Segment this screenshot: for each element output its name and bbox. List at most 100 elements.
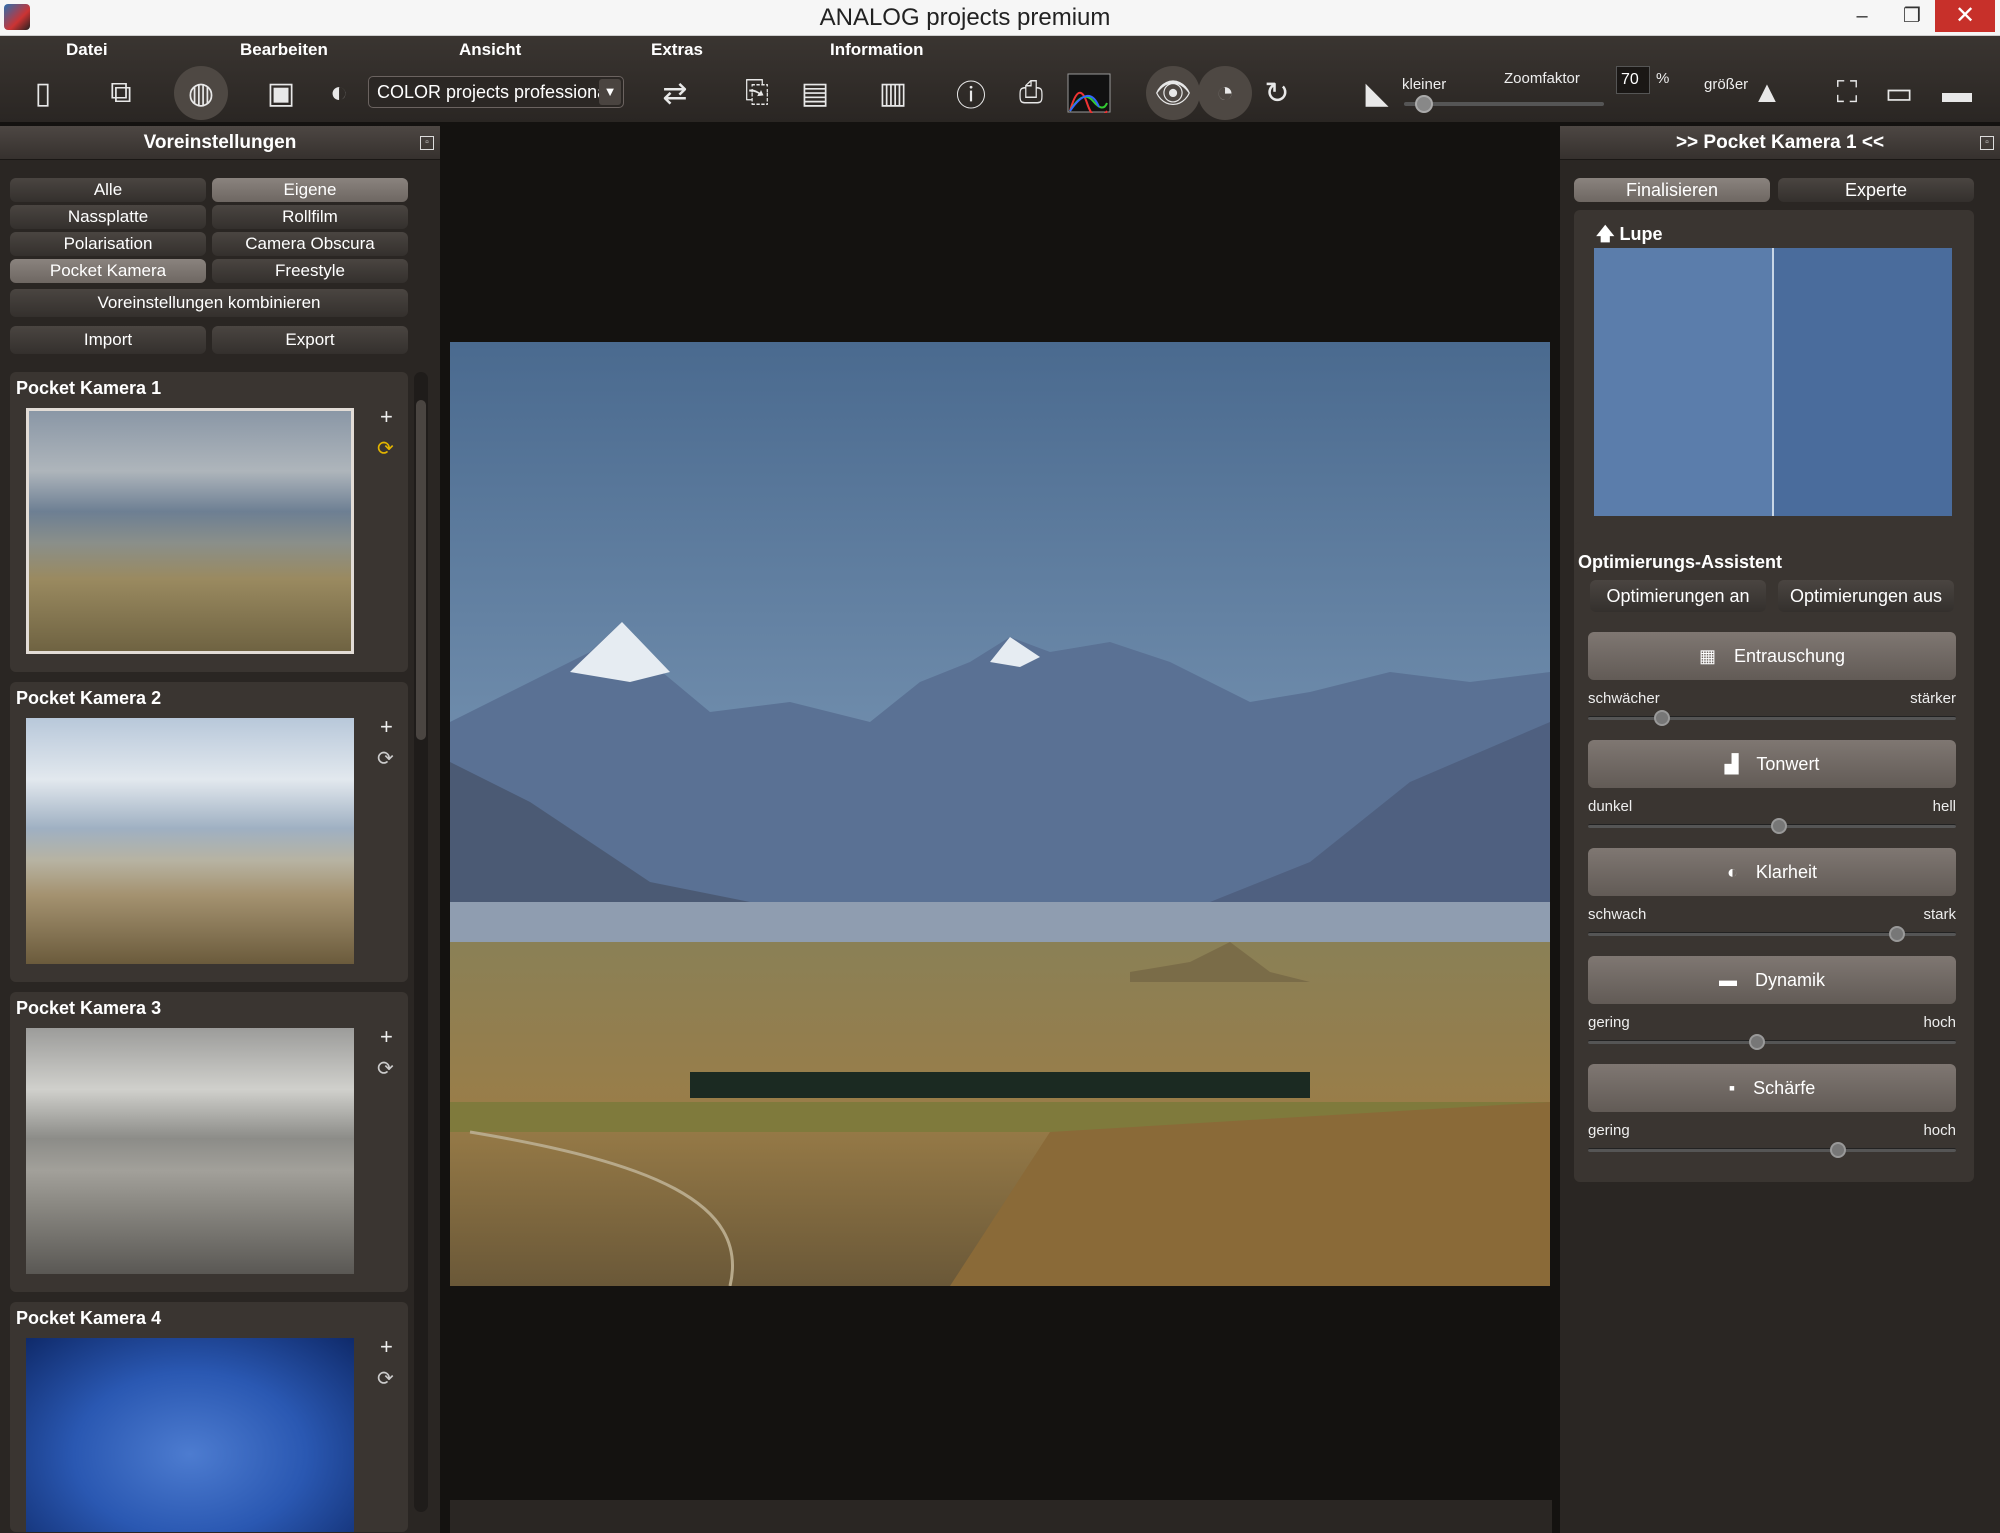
add-icon[interactable]: + <box>380 404 393 430</box>
close-button[interactable]: ✕ <box>1935 0 1995 32</box>
filter-rollfilm[interactable]: Rollfilm <box>212 205 408 229</box>
save-icon[interactable]: ▣ <box>254 66 308 120</box>
landscape-image <box>450 342 1550 1286</box>
sync-icon[interactable]: ⟳ <box>377 436 394 461</box>
zoom-slider-handle[interactable] <box>1415 95 1433 113</box>
slider-handle[interactable] <box>1749 1034 1766 1050</box>
sync-icon[interactable]: ⟳ <box>377 1366 394 1391</box>
zoom-unit: % <box>1656 70 1670 87</box>
histogram-graph <box>1067 73 1111 113</box>
preset-thumbnail[interactable] <box>26 408 354 654</box>
add-icon[interactable]: + <box>380 1334 393 1360</box>
dynamics-icon: ▬ <box>1718 969 1737 990</box>
copy-document-icon[interactable]: ⧉ <box>94 66 148 120</box>
optimize-klarheit-button[interactable]: ◐ Klarheit <box>1588 848 1956 896</box>
slider-handle[interactable] <box>1771 818 1788 834</box>
scrollbar-thumb[interactable] <box>416 400 426 740</box>
export-button[interactable]: Export <box>212 326 408 354</box>
menu-information[interactable]: Information <box>830 40 924 60</box>
preset-select[interactable]: COLOR projects professional ▼ <box>368 76 624 108</box>
slider-track[interactable] <box>1588 1040 1956 1044</box>
optimizations-off-button[interactable]: Optimierungen aus <box>1778 580 1954 612</box>
fit-height-icon[interactable]: ▬ <box>1930 66 1984 120</box>
dock-icon[interactable]: ▫ <box>1980 136 1994 150</box>
menu-bearbeiten[interactable]: Bearbeiten <box>240 40 328 60</box>
slider-track[interactable] <box>1588 716 1956 720</box>
exif-icon[interactable]: ⎙ <box>1004 66 1058 120</box>
eye-icon[interactable]: 👁 <box>1146 66 1200 120</box>
filter-polarisation[interactable]: Polarisation <box>10 232 206 256</box>
slider-max-label: hoch <box>1923 1014 1956 1031</box>
slider-handle[interactable] <box>1653 710 1670 726</box>
presets-palette-icon[interactable]: ◍ <box>174 66 228 120</box>
optimize-label: Tonwert <box>1756 753 1820 774</box>
preset-scrollbar[interactable] <box>414 372 428 1512</box>
preset-thumbnail[interactable] <box>26 718 354 964</box>
optimize-dynamik-button[interactable]: ▬ Dynamik <box>1588 956 1956 1004</box>
slider-track[interactable] <box>1588 1148 1956 1152</box>
chevron-down-icon[interactable]: ▼ <box>599 79 621 105</box>
dock-icon[interactable]: ▫ <box>420 136 434 150</box>
left-panel-title: Voreinstellungen <box>0 126 440 160</box>
maximize-button[interactable]: ❐ <box>1888 0 1936 32</box>
slider-handle[interactable] <box>1889 926 1906 942</box>
preset-thumbnail[interactable] <box>26 1338 354 1532</box>
preset-select-value: COLOR projects professional <box>377 82 612 102</box>
slider-handle[interactable] <box>1830 1142 1847 1158</box>
info-icon[interactable]: ⓘ <box>944 66 998 120</box>
import-export-icon[interactable]: ⇄ <box>648 66 702 120</box>
new-document-icon[interactable]: ▯ <box>16 66 70 120</box>
right-panel: >> Pocket Kamera 1 << ▫ Finalisieren Exp… <box>1560 126 2000 1533</box>
preset-card[interactable]: Pocket Kamera 4 + ⟳ <box>10 1302 408 1532</box>
filter-camera-obscura[interactable]: Camera Obscura <box>212 232 408 256</box>
zoom-input[interactable]: 70 <box>1616 66 1650 94</box>
filter-nassplatte[interactable]: Nassplatte <box>10 205 206 229</box>
batch-icon[interactable]: ⎘ <box>730 66 784 120</box>
optimize-tonwert-button[interactable]: ▟ Tonwert <box>1588 740 1956 788</box>
menu-ansicht[interactable]: Ansicht <box>459 40 521 60</box>
optimization-assistant: Optimierungs-Assistent Optimierungen an … <box>1574 542 1974 1182</box>
color-projects-icon[interactable]: ◐ <box>312 66 366 120</box>
menu-datei[interactable]: Datei <box>66 40 108 60</box>
add-icon[interactable]: + <box>380 1024 393 1050</box>
filter-pocket-kamera[interactable]: Pocket Kamera <box>10 259 206 283</box>
fit-icon[interactable]: ⛶ <box>1820 66 1874 120</box>
add-icon[interactable]: + <box>380 714 393 740</box>
filter-eigene[interactable]: Eigene <box>212 178 408 202</box>
fit-width-icon[interactable]: ▭ <box>1872 66 1926 120</box>
filter-alle[interactable]: Alle <box>10 178 206 202</box>
sync-icon[interactable]: ⟳ <box>377 746 394 771</box>
optimize-entrauschung-button[interactable]: ▦ Entrauschung <box>1588 632 1956 680</box>
optimizations-on-button[interactable]: Optimierungen an <box>1590 580 1766 612</box>
clarity-icon: ◐ <box>1727 861 1738 882</box>
import-button[interactable]: Import <box>10 326 206 354</box>
menu-toolbar: Datei Bearbeiten Ansicht Extras Informat… <box>0 36 2000 124</box>
preset-card[interactable]: Pocket Kamera 3 + ⟳ <box>10 992 408 1292</box>
menu-extras[interactable]: Extras <box>651 40 703 60</box>
minimize-button[interactable]: – <box>1838 0 1886 32</box>
zoom-out-icon[interactable]: ◣ <box>1350 66 1404 120</box>
preset-card[interactable]: Pocket Kamera 1 + ⟳ <box>10 372 408 672</box>
histogram-icon[interactable] <box>1062 66 1116 120</box>
slider-max-label: hell <box>1932 798 1956 815</box>
optimize-schärfe-button[interactable]: ▪ Schärfe <box>1588 1064 1956 1112</box>
window-title: ANALOG projects premium <box>819 4 1111 31</box>
tab-experte[interactable]: Experte <box>1778 178 1974 202</box>
main-photo[interactable] <box>450 342 1550 1286</box>
preset-card[interactable]: Pocket Kamera 2 + ⟳ <box>10 682 408 982</box>
zoom-in-icon[interactable]: ▲ <box>1740 66 1794 120</box>
film-icon[interactable]: ▥ <box>866 66 920 120</box>
noise-icon: ▦ <box>1698 645 1716 666</box>
tab-finalisieren[interactable]: Finalisieren <box>1574 178 1770 202</box>
compare-icon[interactable]: ◔ <box>1198 66 1252 120</box>
redo-icon[interactable]: ↻ <box>1250 66 1304 120</box>
zoom-larger-label: größer <box>1704 76 1749 93</box>
sync-icon[interactable]: ⟳ <box>377 1056 394 1081</box>
filmstrip-icon[interactable]: ▤ <box>788 66 842 120</box>
preset-thumbnail[interactable] <box>26 1028 354 1274</box>
filter-freestyle[interactable]: Freestyle <box>212 259 408 283</box>
combine-presets-button[interactable]: Voreinstellungen kombinieren <box>10 289 408 317</box>
right-panel-title: >> Pocket Kamera 1 << <box>1560 126 2000 160</box>
assistant-title: Optimierungs-Assistent <box>1578 552 1783 572</box>
zoom-slider-track[interactable] <box>1404 102 1604 106</box>
